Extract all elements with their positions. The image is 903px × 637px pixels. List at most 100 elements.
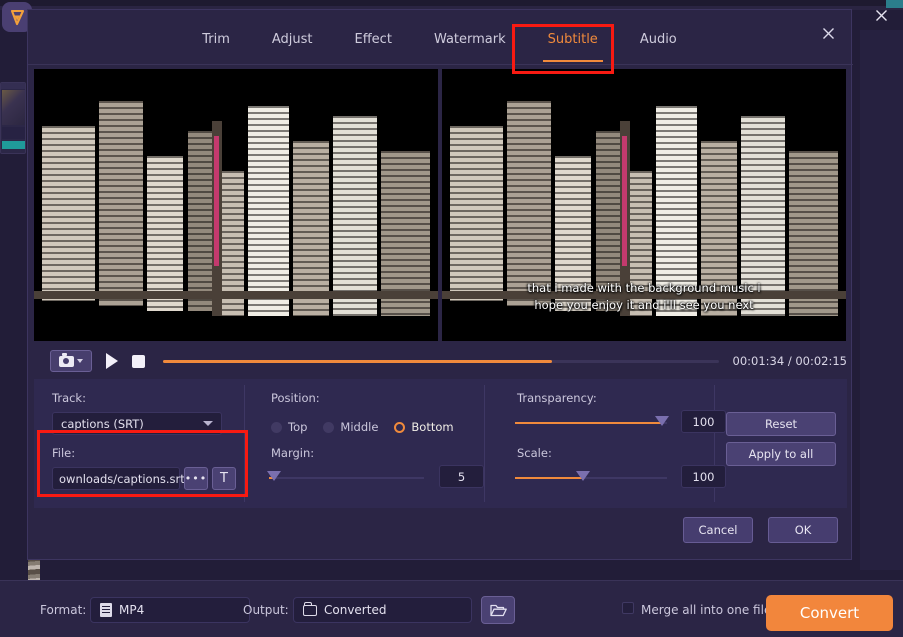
tab-adjust-label: Adjust: [272, 32, 313, 47]
file-path-value: ownloads/captions.srt: [59, 472, 185, 486]
file-browse-button[interactable]: •••: [184, 467, 208, 490]
format-label: Format:: [40, 603, 86, 617]
apply-to-all-button[interactable]: Apply to all: [726, 442, 836, 466]
chevron-down-icon: [77, 359, 83, 363]
folder-open-icon: [490, 603, 507, 617]
snapshot-button[interactable]: [50, 350, 92, 372]
subtitle-overlay: that i made with the background music i …: [442, 280, 846, 313]
thumbnail-progress: [2, 141, 26, 149]
margin-slider-track: [269, 477, 424, 479]
track-select[interactable]: captions (SRT): [52, 412, 222, 435]
ok-button[interactable]: OK: [768, 517, 838, 543]
bottom-toolbar: Format: MP4 Output: Converted Merge all …: [0, 580, 903, 637]
track-label: Track:: [52, 391, 86, 405]
output-value: Converted: [324, 603, 386, 617]
thumbnail-image: [2, 90, 26, 125]
position-radio-middle-label: Middle: [340, 420, 378, 434]
dialog-header: Trim Adjust Effect Watermark Subtitle Au…: [28, 10, 851, 65]
tab-effect-label: Effect: [355, 32, 392, 47]
tab-trim[interactable]: Trim: [181, 28, 251, 65]
tab-audio-label: Audio: [640, 32, 677, 47]
file-browse-label: •••: [185, 472, 207, 485]
tab-adjust[interactable]: Adjust: [251, 28, 334, 65]
subtitle-line-1: that i made with the background music i: [456, 280, 832, 296]
radio-dot-icon: [323, 422, 334, 433]
position-radio-top-label: Top: [288, 420, 307, 434]
position-radio-bottom[interactable]: Bottom: [394, 420, 453, 434]
file-path-input[interactable]: ownloads/captions.srt: [52, 467, 180, 490]
merge-all-label: Merge all into one file: [641, 603, 771, 617]
dialog-tabs: Trim Adjust Effect Watermark Subtitle Au…: [28, 28, 851, 65]
ok-button-label: OK: [795, 523, 812, 537]
cancel-button[interactable]: Cancel: [683, 517, 753, 543]
position-radio-middle[interactable]: Middle: [323, 420, 378, 434]
app-titlebar-strip: [0, 0, 903, 6]
close-icon: [875, 9, 888, 22]
position-radio-bottom-label: Bottom: [411, 420, 453, 434]
play-logo-icon: [9, 9, 26, 26]
transparency-slider-thumb[interactable]: [655, 416, 669, 426]
seek-progress: [163, 360, 552, 363]
thumbnail-controls: [2, 127, 26, 139]
seek-bar[interactable]: [163, 360, 719, 363]
actions-column: Reset Apply to all: [715, 379, 847, 508]
output-label: Output:: [243, 603, 289, 617]
play-button[interactable]: [106, 353, 118, 369]
scale-slider-fill: [515, 477, 583, 479]
timecode-label: 00:01:34 / 00:02:15: [733, 354, 847, 368]
preview-area: that i made with the background music i …: [34, 69, 847, 341]
merge-all-checkbox[interactable]: [622, 602, 634, 614]
subtitle-settings-panel: Track: captions (SRT) File: ownloads/cap…: [34, 379, 847, 508]
camera-icon: [59, 356, 74, 367]
margin-slider-thumb[interactable]: [267, 471, 281, 481]
video-file-icon: [100, 603, 112, 617]
margin-value-input[interactable]: 5: [439, 465, 484, 488]
position-label: Position:: [271, 391, 320, 405]
output-path-input[interactable]: Converted: [293, 597, 472, 623]
file-label: File:: [52, 446, 75, 460]
cancel-button-label: Cancel: [699, 523, 738, 537]
tab-audio[interactable]: Audio: [619, 28, 698, 65]
radio-dot-icon: [271, 422, 282, 433]
subtitle-line-2: hope you enjoy it and i'll see you next: [456, 297, 832, 313]
scale-value: 100: [693, 470, 715, 484]
reset-button[interactable]: Reset: [726, 412, 836, 436]
scale-label: Scale:: [517, 446, 552, 460]
transparency-slider[interactable]: [515, 416, 667, 430]
format-select[interactable]: MP4: [90, 597, 250, 623]
transparency-label: Transparency:: [517, 391, 597, 405]
subtitle-font-label: T: [220, 471, 228, 486]
convert-button-label: Convert: [800, 604, 859, 622]
transparency-value: 100: [693, 415, 715, 429]
main-window-close-button[interactable]: [869, 3, 893, 27]
close-icon: [822, 27, 835, 40]
edit-dialog: Trim Adjust Effect Watermark Subtitle Au…: [27, 9, 852, 560]
player-controls: 00:01:34 / 00:02:15: [34, 343, 847, 379]
margin-slider[interactable]: [269, 471, 424, 485]
tab-effect[interactable]: Effect: [334, 28, 413, 65]
tab-subtitle[interactable]: Subtitle: [527, 28, 619, 65]
folder-icon: [303, 605, 317, 616]
position-radio-top[interactable]: Top: [271, 420, 307, 434]
margin-value: 5: [458, 470, 465, 484]
subtitle-font-button[interactable]: T: [212, 467, 236, 490]
background-media-thumbnail[interactable]: [0, 82, 26, 154]
output-browse-button[interactable]: [481, 596, 515, 624]
dialog-close-button[interactable]: [816, 21, 840, 45]
tab-subtitle-label: Subtitle: [548, 32, 598, 47]
scale-slider-thumb[interactable]: [576, 471, 590, 481]
thumbnail-titlebar: [1, 83, 26, 89]
tabs-divider: [28, 64, 853, 65]
tab-watermark-label: Watermark: [434, 32, 506, 47]
transparency-scale-column: Transparency: 100 Scale: 100: [485, 379, 714, 508]
apply-to-all-label: Apply to all: [749, 447, 814, 461]
tab-trim-label: Trim: [202, 32, 230, 47]
app-right-panel: [860, 30, 903, 570]
stop-button[interactable]: [132, 355, 145, 368]
output-letterbox-top: [442, 69, 846, 81]
reset-button-label: Reset: [765, 417, 797, 431]
tab-watermark[interactable]: Watermark: [413, 28, 527, 65]
radio-dot-selected-icon: [394, 422, 405, 433]
convert-button[interactable]: Convert: [766, 595, 893, 631]
scale-slider[interactable]: [515, 471, 667, 485]
